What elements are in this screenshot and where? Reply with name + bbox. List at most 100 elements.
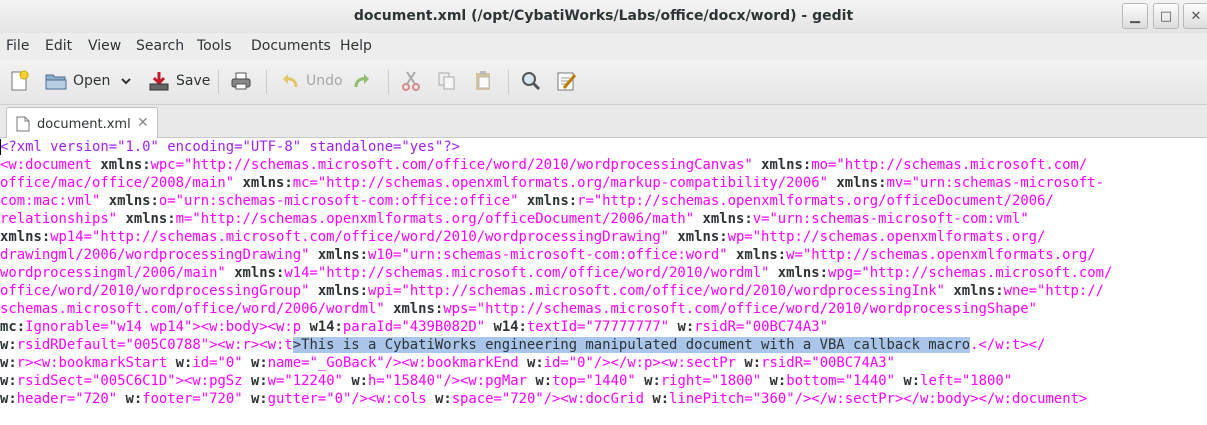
code-token: w: bbox=[903, 373, 921, 389]
code-token: r><w:bookmarkStart bbox=[16, 355, 168, 371]
code-line[interactable]: office/word/2010/wordprocessingGroup" xm… bbox=[0, 282, 1104, 300]
code-token: rsidR="00BC74A3" bbox=[694, 319, 828, 335]
minimize-button[interactable]: ▁ bbox=[1122, 3, 1148, 29]
code-token: footer="720" bbox=[142, 391, 243, 407]
scissors-icon bbox=[402, 71, 420, 91]
code-line[interactable]: w:header="720" w:footer="720" w:gutter="… bbox=[0, 390, 1087, 408]
code-token: relationships" bbox=[0, 211, 118, 227]
code-line[interactable]: drawingml/2006/wordprocessingDrawing" xm… bbox=[0, 246, 1096, 264]
copy-button[interactable] bbox=[437, 66, 457, 96]
text-editor[interactable]: <?xml version="1.0" encoding="UTF-8" sta… bbox=[0, 138, 1207, 425]
printer-icon bbox=[231, 72, 251, 90]
code-line[interactable]: <?xml version="1.0" encoding="UTF-8" sta… bbox=[0, 138, 460, 156]
code-line[interactable]: <w:document xmlns:wpc="http://schemas.mi… bbox=[0, 156, 1087, 174]
code-token: w14: bbox=[309, 319, 343, 335]
code-line[interactable]: w:rsidSect="005C6C1D"><w:pgSz w:w="12240… bbox=[0, 372, 1012, 390]
save-icon bbox=[149, 72, 169, 91]
selected-text: >This is a CybatiWorks engineering manip… bbox=[292, 337, 971, 353]
open-button[interactable]: Open bbox=[45, 66, 110, 96]
code-token: xmlns: bbox=[761, 157, 812, 173]
redo-button[interactable] bbox=[352, 66, 372, 96]
save-button[interactable]: Save bbox=[148, 66, 210, 96]
paste-icon bbox=[476, 71, 490, 90]
menu-bar: File Edit View Search Tools Documents He… bbox=[0, 33, 1207, 60]
menu-documents[interactable]: Documents bbox=[251, 38, 331, 54]
find-button[interactable] bbox=[520, 66, 542, 96]
chevron-down-icon bbox=[121, 78, 131, 85]
code-token: mc="http://schemas.openxmlformats.org/ma… bbox=[292, 175, 828, 191]
tab-document-xml[interactable]: document.xml ✕ bbox=[6, 107, 158, 138]
code-token: o="urn:schemas-microsoft-com:office:offi… bbox=[158, 193, 519, 209]
menu-search[interactable]: Search bbox=[136, 38, 184, 54]
menu-view[interactable]: View bbox=[88, 38, 121, 54]
code-line[interactable]: schemas.microsoft.com/office/word/2006/w… bbox=[0, 300, 1037, 318]
code-line[interactable]: relationships" xmlns:m="http://schemas.o… bbox=[0, 210, 1029, 228]
code-token: top="1440" bbox=[552, 373, 636, 389]
open-recent-dropdown[interactable] bbox=[119, 66, 133, 96]
code-token: <w: bbox=[0, 157, 26, 173]
window-title: document.xml (/opt/CybatiWorks/Labs/offi… bbox=[353, 8, 854, 24]
code-line[interactable]: office/mac/office/2008/main" xmlns:mc="h… bbox=[0, 174, 1104, 192]
menu-file[interactable]: File bbox=[6, 38, 29, 54]
code-token: w: bbox=[677, 319, 695, 335]
code-token: xmlns: bbox=[108, 193, 159, 209]
code-token: document bbox=[25, 157, 92, 173]
code-token: w: bbox=[0, 355, 17, 371]
code-token: xmlns: bbox=[317, 247, 368, 263]
close-window-button[interactable]: ✕ bbox=[1183, 3, 1207, 29]
code-token: left="1800" bbox=[920, 373, 1013, 389]
code-line[interactable]: xmlns:wp14="http://schemas.microsoft.com… bbox=[0, 228, 1045, 246]
code-token: xmlns: bbox=[125, 211, 176, 227]
code-token: xmlns: bbox=[317, 283, 368, 299]
code-line[interactable]: w:r><w:bookmarkStart w:id="0" w:name="_G… bbox=[0, 354, 895, 372]
code-token: wp14="http://schemas.microsoft.com/offic… bbox=[50, 229, 670, 245]
code-line[interactable]: w:rsidRDefault="005C0788"><w:r><w:t>This… bbox=[0, 336, 1045, 354]
code-line[interactable]: wordprocessingml/2006/main" xmlns:w14="h… bbox=[0, 264, 1112, 282]
document-icon bbox=[16, 116, 30, 132]
code-token: rsidSect="005C6C1D"><w:pgSz bbox=[16, 373, 243, 389]
new-document-button[interactable] bbox=[8, 66, 30, 96]
code-token: paraId="439B082D" bbox=[342, 319, 486, 335]
minimize-icon: ▁ bbox=[1130, 8, 1140, 24]
new-document-icon bbox=[11, 70, 29, 91]
find-replace-button[interactable] bbox=[556, 66, 578, 96]
code-token: space="720"/><w:docGrid bbox=[451, 391, 645, 407]
code-token: w: bbox=[526, 355, 544, 371]
code-line[interactable]: mc:Ignorable="w14 wp14"><w:body><w:p w14… bbox=[0, 318, 828, 336]
maximize-button[interactable]: □ bbox=[1153, 3, 1179, 29]
code-token: bottom="1440" bbox=[786, 373, 895, 389]
code-token: w: bbox=[250, 373, 268, 389]
menu-tools[interactable]: Tools bbox=[197, 38, 232, 54]
code-token: xmlns: bbox=[836, 175, 887, 191]
undo-button[interactable]: Undo bbox=[280, 66, 343, 96]
print-button[interactable] bbox=[230, 66, 252, 96]
paste-button[interactable] bbox=[473, 66, 493, 96]
code-token: w: bbox=[175, 355, 193, 371]
toolbar-separator bbox=[388, 70, 389, 94]
menu-edit[interactable]: Edit bbox=[45, 38, 72, 54]
cut-button[interactable] bbox=[401, 66, 421, 96]
text-cursor bbox=[0, 139, 1, 155]
close-tab-icon[interactable]: ✕ bbox=[137, 115, 149, 131]
code-token: m="http://schemas.openxmlformats.org/off… bbox=[175, 211, 695, 227]
code-line[interactable]: com:mac:vml" xmlns:o="urn:schemas-micros… bbox=[0, 192, 1054, 210]
menu-help[interactable]: Help bbox=[340, 38, 372, 54]
code-token: w: bbox=[125, 391, 143, 407]
code-token: textId="77777777" bbox=[526, 319, 670, 335]
code-token: w: bbox=[769, 373, 787, 389]
code-token: header="720" bbox=[16, 391, 118, 407]
code-token: Ignorable="w14 wp14"><w:body><w:p bbox=[25, 319, 302, 335]
code-token: w: bbox=[652, 391, 670, 407]
code-token: w="http://schemas.openxmlformats.org/ bbox=[786, 247, 1096, 263]
code-token: office/word/2010/wordprocessingGroup" bbox=[0, 283, 310, 299]
code-token: drawingml/2006/wordprocessingDrawing" bbox=[0, 247, 310, 263]
